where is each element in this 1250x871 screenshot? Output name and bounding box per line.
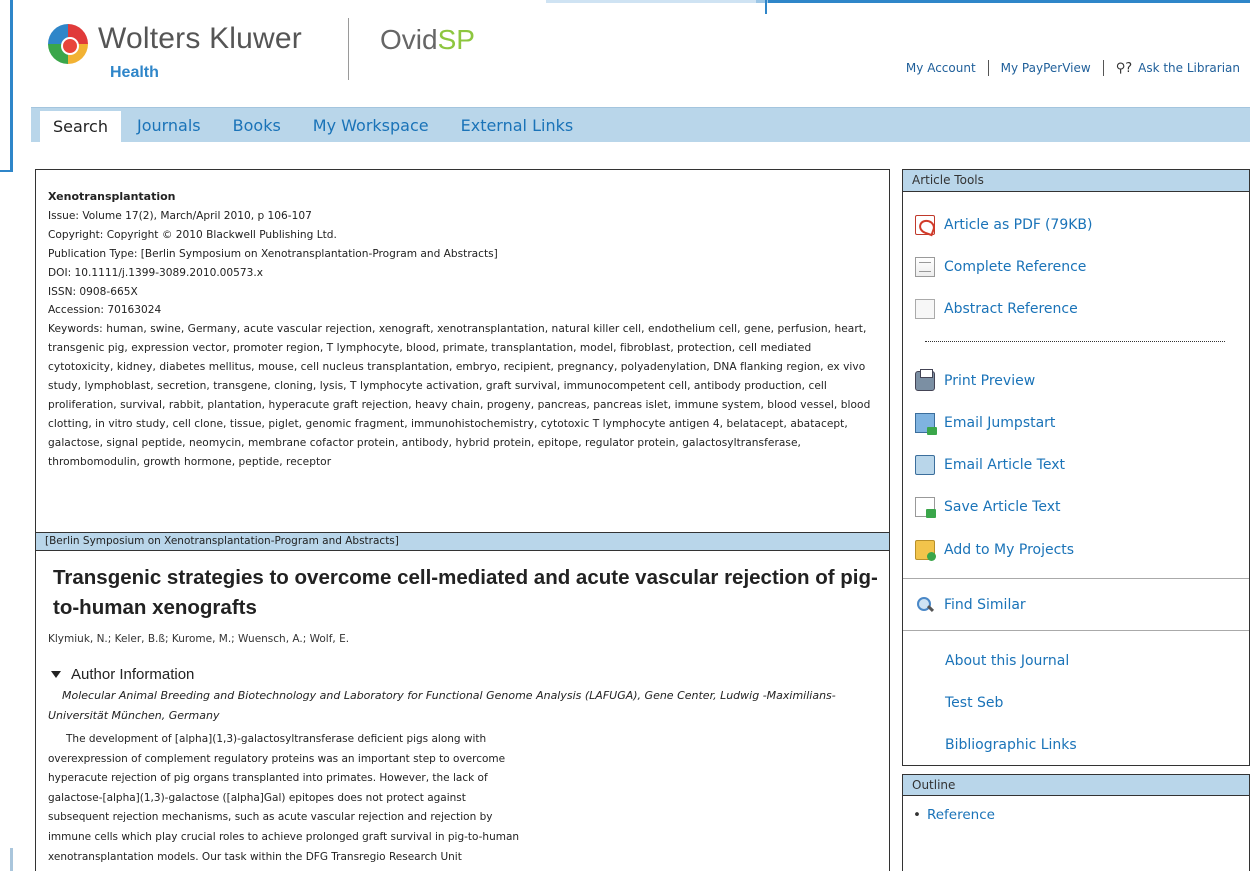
frame-line (768, 0, 1250, 3)
find-similar-link[interactable]: Find Similar (915, 595, 1026, 615)
article-tools-panel: Article Tools Article as PDF (79KB) Comp… (902, 169, 1250, 766)
tab-journals[interactable]: Journals (121, 108, 217, 142)
add-to-projects-label: Add to My Projects (944, 542, 1075, 558)
frame-line (765, 0, 767, 14)
publication-type: Publication Type: [Berlin Symposium on X… (48, 247, 498, 260)
abstract-line: The development of [alpha](1,3)-galactos… (66, 733, 487, 745)
top-links: My Account My PayPerView ⚲? Ask the Libr… (906, 60, 1240, 76)
about-journal-link[interactable]: About this Journal (945, 653, 1069, 669)
save-icon (915, 497, 936, 518)
tab-books[interactable]: Books (217, 108, 297, 142)
affiliation: Molecular Animal Breeding and Biotechnol… (48, 689, 836, 722)
save-article-text-label: Save Article Text (944, 499, 1061, 515)
abstract-line: xenotransplantation models. Our task wit… (48, 850, 462, 863)
author-info-label: Author Information (71, 666, 195, 683)
email-jumpstart-link[interactable]: Email Jumpstart (915, 413, 1056, 435)
printer-icon (915, 369, 935, 391)
article-tools-header: Article Tools (903, 170, 1249, 192)
issue-info: Issue: Volume 17(2), March/April 2010, p… (48, 209, 312, 222)
test-seb-link[interactable]: Test Seb (945, 695, 1003, 711)
abstract-reference-link[interactable]: Abstract Reference (915, 299, 1078, 319)
expand-triangle-icon (51, 671, 61, 678)
save-article-text-link[interactable]: Save Article Text (915, 497, 1061, 518)
email-jumpstart-label: Email Jumpstart (944, 415, 1056, 431)
outline-item-label: Reference (926, 807, 995, 823)
brand-sub: Health (110, 64, 159, 81)
globe-logo-icon (48, 24, 88, 64)
print-preview-label: Print Preview (944, 373, 1036, 389)
ask-librarian-icon: ⚲? (1115, 60, 1133, 76)
tab-external-links[interactable]: External Links (445, 108, 590, 142)
complete-reference-link[interactable]: Complete Reference (915, 257, 1086, 277)
citation-block: Xenotransplantation Issue: Volume 17(2),… (48, 188, 878, 472)
add-to-projects-link[interactable]: Add to My Projects (915, 540, 1075, 561)
blank-document-icon (915, 299, 935, 319)
journal-name: Xenotransplantation (48, 190, 176, 203)
frame-line (10, 0, 13, 172)
complete-reference-label: Complete Reference (944, 259, 1087, 275)
article-title: Transgenic strategies to overcome cell-m… (53, 566, 878, 619)
email-article-text-link[interactable]: Email Article Text (915, 455, 1065, 475)
ask-librarian-link[interactable]: Ask the Librarian (1138, 61, 1240, 75)
abstract-reference-label: Abstract Reference (944, 301, 1078, 317)
abstract-line: galactose-[alpha](1,3)-galactose ([alpha… (48, 791, 466, 804)
divider (903, 630, 1249, 631)
magnifier-icon (915, 595, 935, 615)
link-separator (987, 60, 989, 76)
bibliographic-links-link[interactable]: Bibliographic Links (945, 737, 1077, 753)
frame-line (0, 170, 13, 172)
authors: Klymiuk, N.; Keler, B.ß; Kurome, M.; Wue… (48, 633, 350, 645)
logo-divider (348, 18, 349, 80)
pdf-size: (79KB) (1044, 217, 1093, 233)
email-jumpstart-icon (915, 413, 937, 435)
product-name: OvidSP (380, 24, 475, 55)
abstract-line: hyperacute rejection of pig organs trans… (48, 772, 488, 785)
keywords: Keywords: human, swine, Germany, acute v… (48, 323, 871, 468)
article-pdf-link[interactable]: Article as PDF (79KB) (915, 215, 1093, 235)
frame-line (10, 848, 13, 871)
document-icon (915, 257, 935, 277)
divider (903, 578, 1249, 579)
outline-item-reference[interactable]: • Reference (913, 807, 995, 823)
abstract-text: The development of [alpha](1,3)-galactos… (48, 730, 648, 867)
abstract-line: immune cells which play crucial roles to… (48, 830, 520, 843)
article-panel: Xenotransplantation Issue: Volume 17(2),… (35, 169, 890, 871)
page-header: Wolters Kluwer Health OvidSP My Account … (44, 18, 1250, 88)
main-nav: Search Journals Books My Workspace Exter… (31, 107, 1250, 142)
pdf-icon (915, 215, 935, 235)
pdf-label: Article as PDF (944, 217, 1041, 233)
link-separator (1102, 60, 1104, 76)
issn-info: ISSN: 0908-665X (48, 285, 138, 298)
copyright-info: Copyright: Copyright © 2010 Blackwell Pu… (48, 228, 337, 241)
accession-info: Accession: 70163024 (48, 304, 162, 317)
brand-name: Wolters Kluwer (98, 22, 302, 55)
outline-header: Outline (903, 775, 1249, 796)
outline-panel: Outline • Reference (902, 774, 1250, 871)
folder-add-icon (915, 540, 936, 561)
email-icon (915, 455, 935, 475)
frame-line (546, 0, 756, 3)
my-payperview-link[interactable]: My PayPerView (1001, 61, 1091, 75)
wolters-kluwer-logo[interactable]: Wolters Kluwer Health (44, 18, 344, 88)
section-header: [Berlin Symposium on Xenotransplantation… (36, 532, 889, 551)
bullet-icon: • (913, 807, 921, 823)
dotted-divider (925, 341, 1225, 342)
doi-info: DOI: 10.1111/j.1399-3089.2010.00573.x (48, 266, 264, 279)
tab-search[interactable]: Search (40, 111, 121, 142)
author-info-toggle[interactable]: Author Information (48, 666, 194, 683)
print-preview-link[interactable]: Print Preview (915, 369, 1036, 391)
my-account-link[interactable]: My Account (906, 61, 976, 75)
find-similar-label: Find Similar (944, 597, 1026, 613)
abstract-line: subsequent rejection mechanisms, such as… (48, 811, 493, 824)
abstract-line: overexpression of complement regulatory … (48, 752, 506, 765)
email-article-text-label: Email Article Text (944, 457, 1065, 473)
tab-my-workspace[interactable]: My Workspace (297, 108, 445, 142)
